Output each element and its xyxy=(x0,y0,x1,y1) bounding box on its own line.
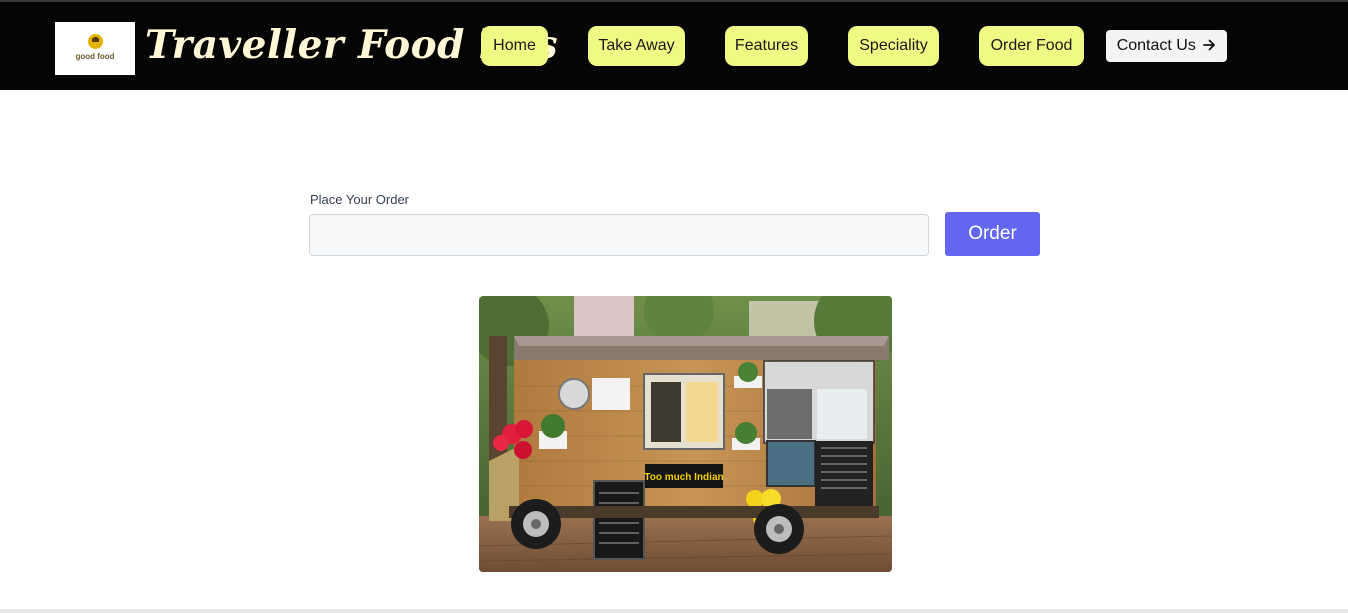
logo-emblem-icon xyxy=(88,34,103,49)
bottom-border xyxy=(0,609,1348,613)
site-logo[interactable]: good food xyxy=(55,22,135,75)
food-truck-illustration: Too much Indian xyxy=(479,296,892,572)
order-input[interactable] xyxy=(309,214,929,256)
site-header: good food Traveller Food bus Home Take A… xyxy=(0,2,1348,90)
food-truck-image: Too much Indian xyxy=(479,296,892,572)
contact-us-label: Contact Us xyxy=(1116,37,1196,54)
truck-sign-text: Too much Indian xyxy=(644,472,723,483)
arrow-right-icon xyxy=(1203,39,1216,51)
order-label: Place Your Order xyxy=(310,192,410,207)
nav-take-away-button[interactable]: Take Away xyxy=(588,26,685,66)
nav-speciality-button[interactable]: Speciality xyxy=(848,26,939,66)
logo-text: good food xyxy=(75,52,115,61)
order-button[interactable]: Order xyxy=(945,212,1040,256)
contact-us-button[interactable]: Contact Us xyxy=(1106,30,1227,62)
nav-order-food-button[interactable]: Order Food xyxy=(979,26,1084,66)
nav-home-button[interactable]: Home xyxy=(481,26,548,66)
nav-features-button[interactable]: Features xyxy=(725,26,808,66)
